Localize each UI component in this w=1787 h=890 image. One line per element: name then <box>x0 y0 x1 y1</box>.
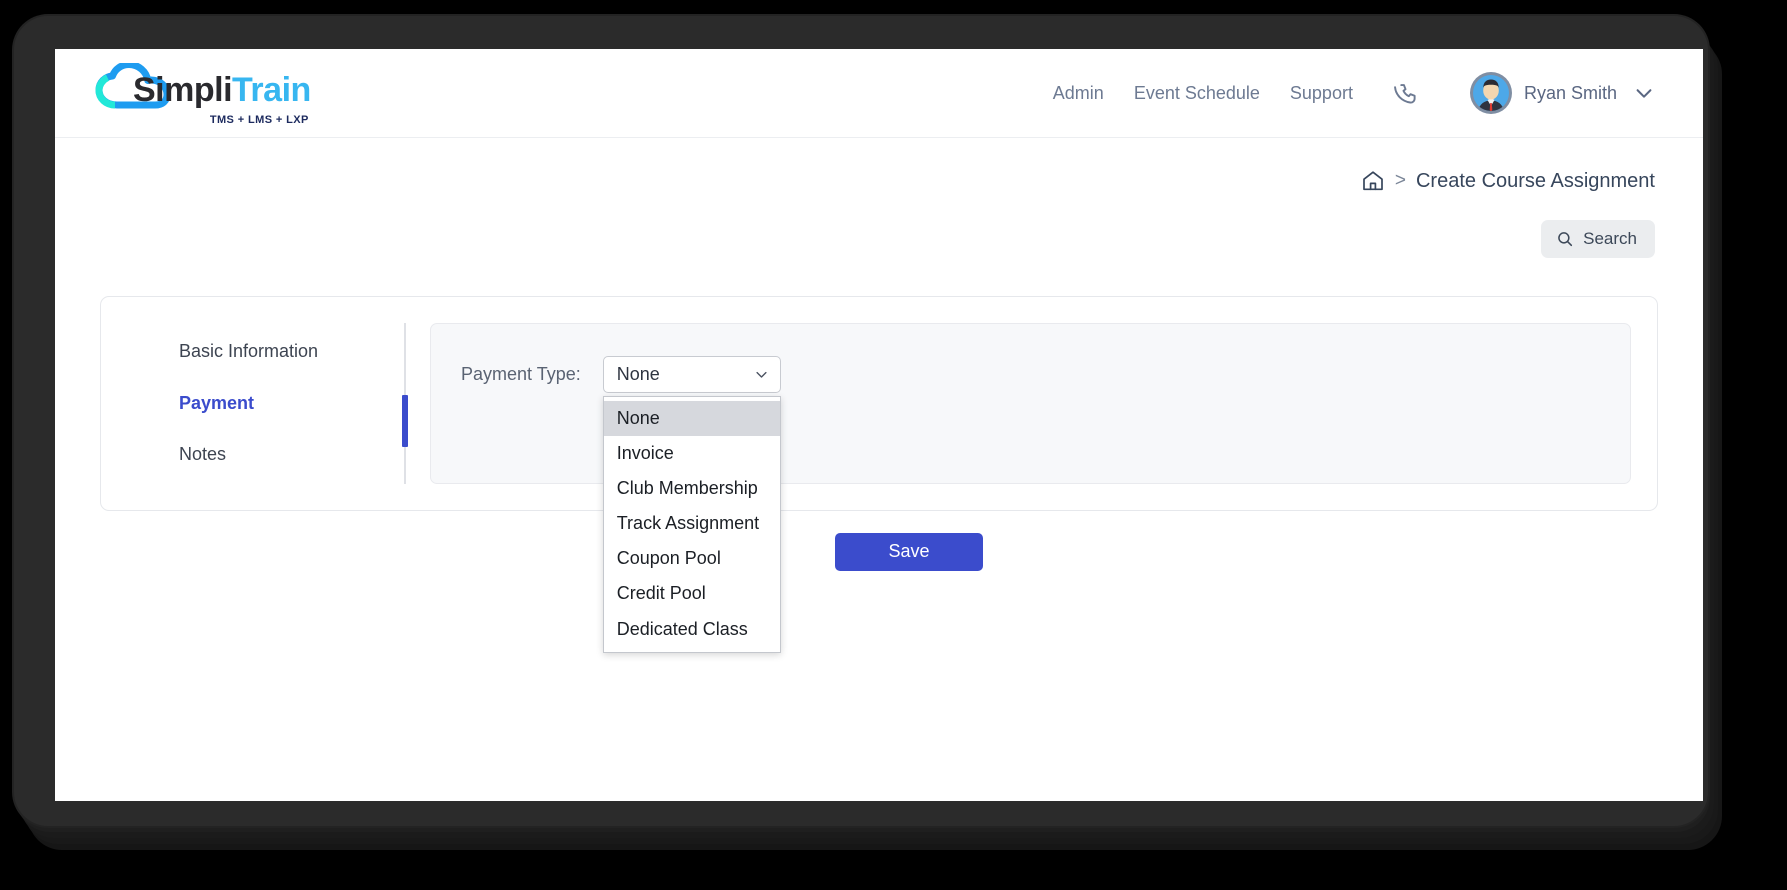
step-nav: Basic Information Payment Notes <box>101 323 408 484</box>
step-item-payment[interactable]: Payment <box>179 393 404 415</box>
dropdown-option-club-membership[interactable]: Club Membership <box>604 471 780 506</box>
header-nav: Admin Event Schedule Support Ryan Smith <box>1053 72 1655 114</box>
payment-panel: Payment Type: None None Invoice Club Mem… <box>430 323 1631 653</box>
brand-logo[interactable]: SimpliTrain TMS + LMS + LXP <box>95 60 311 126</box>
step-item-notes[interactable]: Notes <box>179 444 404 466</box>
step-item-basic-information[interactable]: Basic Information <box>179 341 404 363</box>
payment-type-field-row: Payment Type: None None Invoice Club Mem… <box>461 356 1600 653</box>
form-card: Basic Information Payment Notes Payment … <box>100 296 1658 653</box>
dropdown-option-credit-pool[interactable]: Credit Pool <box>604 576 780 611</box>
dropdown-option-coupon-pool[interactable]: Coupon Pool <box>604 541 780 576</box>
dropdown-option-none[interactable]: None <box>603 401 780 437</box>
breadcrumb: > Create Course Assignment <box>55 138 1703 198</box>
nav-item-support[interactable]: Support <box>1290 83 1353 104</box>
phone-icon[interactable] <box>1391 80 1418 107</box>
save-button[interactable]: Save <box>835 532 983 571</box>
payment-type-value: None <box>616 364 660 384</box>
avatar <box>1469 72 1512 114</box>
user-menu[interactable]: Ryan Smith <box>1469 72 1655 114</box>
brand-tagline: TMS + LMS + LXP <box>209 113 309 126</box>
payment-type-select-wrap: None None Invoice Club Membership Track … <box>602 356 781 653</box>
breadcrumb-separator: > <box>1394 170 1406 191</box>
payment-type-dropdown[interactable]: None Invoice Club Membership Track Assig… <box>602 396 781 653</box>
nav-item-event-schedule[interactable]: Event Schedule <box>1134 83 1260 104</box>
user-name: Ryan Smith <box>1523 82 1617 103</box>
brand-name-part1: Simpli <box>133 70 233 109</box>
home-icon[interactable] <box>1361 169 1385 193</box>
device-bezel: SimpliTrain TMS + LMS + LXP Admin Event … <box>14 16 1708 826</box>
dropdown-option-dedicated-class[interactable]: Dedicated Class <box>604 612 780 647</box>
chevron-down-icon <box>754 367 769 382</box>
nav-item-admin[interactable]: Admin <box>1053 83 1104 104</box>
breadcrumb-current: Create Course Assignment <box>1415 169 1655 192</box>
logo-row: SimpliTrain <box>95 60 311 109</box>
payment-type-label: Payment Type: <box>461 364 581 384</box>
brand-name-part2: Train <box>232 70 311 109</box>
action-row: Save <box>55 511 1703 571</box>
dropdown-option-invoice[interactable]: Invoice <box>604 436 780 471</box>
dropdown-option-track-assignment[interactable]: Track Assignment <box>604 506 780 541</box>
search-icon <box>1556 230 1574 248</box>
chevron-down-icon[interactable] <box>1633 82 1655 104</box>
app-header: SimpliTrain TMS + LMS + LXP Admin Event … <box>55 49 1703 138</box>
brand-wordmark: SimpliTrain <box>133 73 311 109</box>
search-button-label: Search <box>1583 229 1637 248</box>
search-row: Search <box>55 198 1703 258</box>
search-button[interactable]: Search <box>1541 220 1655 258</box>
payment-type-select[interactable]: None <box>602 356 781 393</box>
app-screen: SimpliTrain TMS + LMS + LXP Admin Event … <box>55 49 1703 801</box>
active-step-indicator <box>402 395 408 447</box>
